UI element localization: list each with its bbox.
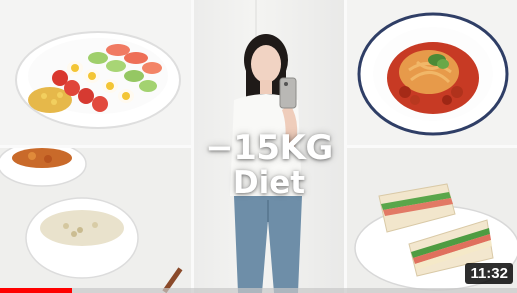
duration-badge: 11:32 bbox=[465, 263, 513, 284]
watch-progress-bar bbox=[0, 288, 517, 293]
salad-bowl-photo bbox=[0, 0, 191, 145]
video-thumbnail[interactable]: −15KG Diet 11:32 bbox=[0, 0, 517, 293]
side-bowls-photo bbox=[0, 148, 191, 293]
overlay-title-diet: Diet bbox=[232, 165, 306, 201]
watch-progress-fill bbox=[0, 288, 73, 293]
overlay-title-weight: −15KG bbox=[205, 128, 333, 168]
pasta-plate-photo bbox=[347, 0, 517, 145]
